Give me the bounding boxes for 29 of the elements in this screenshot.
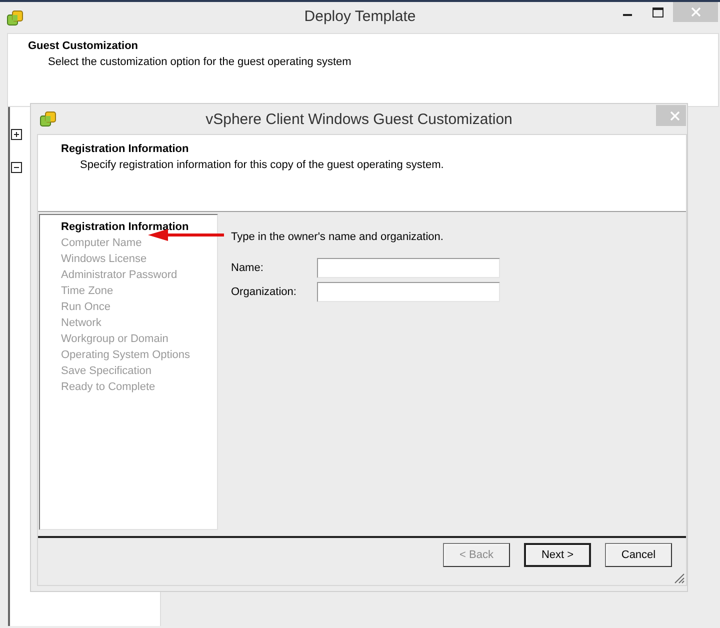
dialog-title: vSphere Client Windows Guest Customization	[204, 111, 514, 128]
field-label: Name:	[231, 262, 264, 274]
step-item[interactable]: Workgroup or Domain	[61, 331, 217, 347]
resize-grip-icon	[673, 572, 685, 584]
step-item[interactable]: Windows License	[61, 251, 217, 267]
step-item[interactable]: Save Specification	[61, 363, 217, 379]
step-item[interactable]: Administrator Password	[61, 267, 217, 283]
step-item[interactable]: Ready to Complete	[61, 379, 217, 395]
wizard-button[interactable]: Next >	[524, 543, 591, 567]
section-description: Select the customization option for the guest operating system	[48, 56, 352, 68]
step-item[interactable]: Run Once	[61, 299, 217, 315]
expand-icon[interactable]	[11, 129, 22, 140]
step-item[interactable]: Registration Information	[61, 219, 217, 235]
step-item[interactable]: Time Zone	[61, 283, 217, 299]
instruction-text: Type in the owner's name and organization.	[231, 231, 444, 243]
step-item[interactable]: Computer Name	[61, 235, 217, 251]
collapse-icon[interactable]	[11, 162, 22, 173]
input-field[interactable]	[317, 282, 500, 302]
section-title: Registration Information	[61, 143, 190, 155]
section-description: Specify registration information for this copy of the guest operating system.	[80, 159, 445, 171]
field-label: Organization:	[231, 286, 298, 298]
window-title: Deploy Template	[303, 8, 417, 25]
app-logo-icon	[39, 110, 57, 128]
app-logo-icon	[6, 8, 24, 26]
wizard-button[interactable]: Cancel	[605, 543, 672, 567]
input-field[interactable]	[317, 258, 500, 278]
section-title: Guest Customization	[28, 40, 140, 52]
step-item[interactable]: Network	[61, 315, 217, 331]
step-item[interactable]: Operating System Options	[61, 347, 217, 363]
